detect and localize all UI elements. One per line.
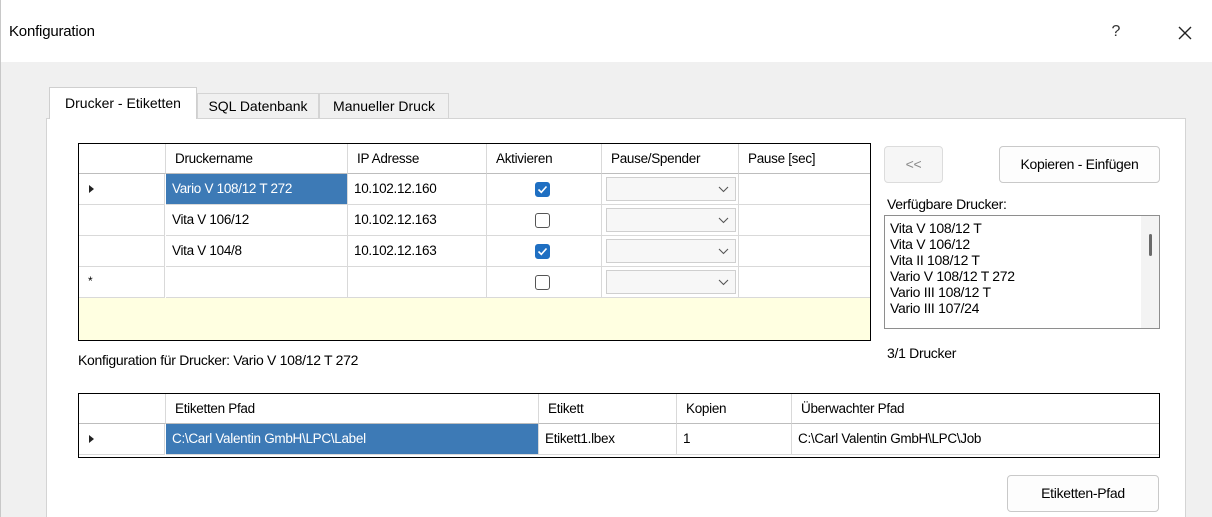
table-row[interactable]: Vita V 106/12 10.102.12.163 [79,205,870,236]
new-row-marker: * [88,274,93,288]
grid-empty-area [79,298,870,340]
column-header-etiketten-pfad[interactable]: Etiketten Pfad [166,394,539,424]
printer-count: 3/1 Drucker [887,345,957,361]
chevron-down-icon [718,248,729,255]
row-header[interactable]: * [79,267,165,298]
cell-pause-sec[interactable] [739,174,870,205]
close-icon [1178,26,1192,40]
scrollbar-thumb[interactable] [1149,234,1152,256]
printer-grid[interactable]: Druckername IP Adresse Aktivieren Pause/… [78,143,871,341]
close-button[interactable] [1167,18,1203,46]
cell-pause-spender[interactable] [602,205,739,236]
cell-druckername[interactable]: Vita V 106/12 [166,205,348,236]
current-row-arrow-icon [89,185,94,193]
list-item[interactable]: Vario III 108/12 T [890,284,991,300]
back-button[interactable]: << [884,146,943,183]
scrollbar[interactable] [1141,216,1159,328]
cell-aktivieren[interactable] [487,236,602,267]
row-header-column [79,394,166,424]
tab-drucker-etiketten[interactable]: Drucker - Etiketten [49,87,197,119]
table-row[interactable]: C:\Carl Valentin GmbH\LPC\Label Etikett1… [79,424,1159,455]
pause-spender-dropdown[interactable] [606,208,736,232]
column-header-pause-spender[interactable]: Pause/Spender [602,144,739,174]
pause-spender-dropdown[interactable] [606,270,736,294]
cell-pause-spender[interactable] [602,267,739,298]
cell-pause-spender[interactable] [602,236,739,267]
aktivieren-checkbox[interactable] [535,182,550,197]
column-header-etikett[interactable]: Etikett [539,394,677,424]
cell-pause-sec[interactable] [739,267,870,298]
list-item[interactable]: Vita V 106/12 [890,236,970,252]
cell-ip-adresse[interactable] [348,267,487,298]
tab-manueller-druck[interactable]: Manueller Druck [319,93,449,119]
title-bar: Konfiguration ? [1,0,1212,62]
cell-etiketten-pfad[interactable]: C:\Carl Valentin GmbH\LPC\Label [166,424,539,455]
column-header-druckername[interactable]: Druckername [166,144,348,174]
label-grid[interactable]: Etiketten Pfad Etikett Kopien Überwachte… [78,393,1160,458]
row-header[interactable] [79,174,165,205]
pause-spender-dropdown[interactable] [606,177,736,201]
cell-ip-adresse[interactable]: 10.102.12.163 [348,205,487,236]
cell-druckername[interactable]: Vita V 104/8 [166,236,348,267]
cell-etikett[interactable]: Etikett1.lbex [539,424,677,455]
available-printers-list[interactable]: Vita V 108/12 T Vita V 106/12 Vita II 10… [884,215,1160,329]
configuration-dialog: Konfiguration ? Drucker - Etiketten SQL … [0,0,1212,517]
chevron-down-icon [718,279,729,286]
column-header-kopien[interactable]: Kopien [677,394,792,424]
new-table-row[interactable]: * [79,267,870,298]
current-row-arrow-icon [89,435,94,443]
checkmark-icon [537,247,548,256]
column-header-aktivieren[interactable]: Aktivieren [487,144,602,174]
table-row[interactable]: Vita V 104/8 10.102.12.163 [79,236,870,267]
row-header[interactable] [79,424,165,455]
aktivieren-checkbox[interactable] [535,244,550,259]
column-header-ueberwachter-pfad[interactable]: Überwachter Pfad [792,394,1159,424]
available-printers-label: Verfügbare Drucker: [887,196,1007,212]
pause-spender-dropdown[interactable] [606,239,736,263]
cell-aktivieren[interactable] [487,205,602,236]
row-header[interactable] [79,236,165,267]
copy-paste-button[interactable]: Kopieren - Einfügen [999,146,1160,183]
cell-ip-adresse[interactable]: 10.102.12.160 [348,174,487,205]
aktivieren-checkbox[interactable] [535,213,550,228]
column-header-ip-adresse[interactable]: IP Adresse [348,144,487,174]
cell-druckername[interactable] [166,267,348,298]
cell-pause-spender[interactable] [602,174,739,205]
config-for-printer-label: Konfiguration für Drucker: Vario V 108/1… [78,352,359,368]
list-item[interactable]: Vario III 107/24 [890,300,979,316]
window-title: Konfiguration [9,23,95,40]
row-header[interactable] [79,205,165,236]
checkmark-icon [537,185,548,194]
cell-aktivieren[interactable] [487,174,602,205]
label-path-button[interactable]: Etiketten-Pfad [1007,475,1159,512]
cell-pause-sec[interactable] [739,205,870,236]
row-header-column [79,144,166,174]
cell-kopien[interactable]: 1 [677,424,792,455]
chevron-down-icon [718,217,729,224]
cell-aktivieren[interactable] [487,267,602,298]
column-header-pause-sec[interactable]: Pause [sec] [739,144,870,174]
cell-ip-adresse[interactable]: 10.102.12.163 [348,236,487,267]
cell-pause-sec[interactable] [739,236,870,267]
list-item[interactable]: Vario V 108/12 T 272 [890,268,1015,284]
list-item[interactable]: Vita II 108/12 T [890,252,980,268]
list-item[interactable]: Vita V 108/12 T [890,220,982,236]
cell-druckername[interactable]: Vario V 108/12 T 272 [166,174,348,205]
tab-sql-datenbank[interactable]: SQL Datenbank [197,93,319,119]
chevron-down-icon [718,186,729,193]
help-button[interactable]: ? [1101,18,1131,46]
cell-ueberwachter-pfad[interactable]: C:\Carl Valentin GmbH\LPC\Job [792,424,1159,455]
aktivieren-checkbox[interactable] [535,275,550,290]
table-row[interactable]: Vario V 108/12 T 272 10.102.12.160 [79,174,870,205]
